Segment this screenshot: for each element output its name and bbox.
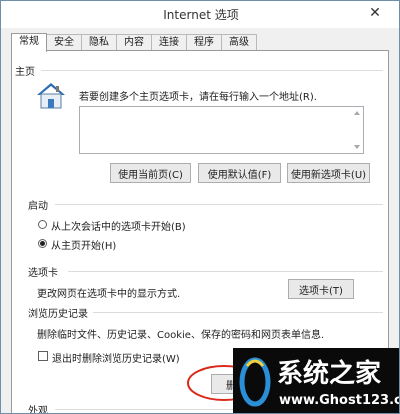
tab-advanced[interactable]: 高级 [221, 34, 257, 51]
site-watermark: 系统之家 www.Ghost123.com [233, 348, 399, 413]
tabs-description: 更改网页在选项卡中的显示方式. [37, 289, 181, 300]
radio-selected-dot [40, 241, 45, 246]
window-title: Internet 选项 [163, 8, 239, 22]
delete-on-exit-label: 退出时删除浏览历史记录(W) [52, 354, 180, 365]
delete-on-exit-checkbox[interactable] [38, 351, 48, 361]
appearance-section-title: 外观 [28, 406, 48, 414]
site-logo-icon [239, 357, 271, 407]
home-url-textarea[interactable] [79, 106, 364, 154]
textarea-scrollbar[interactable] [351, 107, 363, 153]
home-description: 若要创建多个主页选项卡，请在每行输入一个地址(R). [79, 92, 317, 103]
tab-security[interactable]: 安全 [46, 34, 82, 51]
appearance-divider [55, 409, 233, 410]
history-section-title: 浏览历史记录 [28, 309, 88, 320]
radio-last-session[interactable] [38, 220, 47, 229]
tabs-section-title: 选项卡 [28, 268, 58, 279]
tabs-button[interactable]: 选项卡(T) [288, 279, 354, 299]
history-divider [93, 312, 383, 313]
radio-home-page-label: 从主页开始(H) [51, 241, 117, 252]
tab-content[interactable]: 内容 [116, 34, 152, 51]
use-default-button[interactable]: 使用默认值(F) [198, 163, 281, 183]
home-section-title: 主页 [15, 67, 35, 78]
radio-home-page[interactable] [38, 239, 47, 248]
startup-divider [55, 204, 383, 205]
tab-connections[interactable]: 连接 [151, 34, 187, 51]
radio-last-session-label: 从上次会话中的选项卡开始(B) [51, 222, 186, 233]
close-icon: ✕ [369, 5, 381, 21]
house-icon [37, 83, 65, 109]
internet-options-window: Internet 选项 ✕ 常规 安全 隐私 内容 连接 程序 高级 主页 若要… [0, 0, 400, 414]
tab-privacy[interactable]: 隐私 [81, 34, 117, 51]
home-divider [41, 70, 383, 71]
tab-general[interactable]: 常规 [11, 33, 47, 52]
use-new-tab-button[interactable]: 使用新选项卡(U) [287, 163, 370, 183]
use-current-page-button[interactable]: 使用当前页(C) [110, 163, 191, 183]
history-description: 删除临时文件、历史记录、Cookie、保存的密码和网页表单信息. [37, 330, 325, 341]
site-name: 系统之家 [277, 359, 382, 389]
tabs-divider [68, 271, 383, 272]
site-url: www.Ghost123.com [279, 393, 399, 408]
close-button[interactable]: ✕ [355, 3, 395, 23]
tab-programs[interactable]: 程序 [186, 34, 222, 51]
title-bar: Internet 选项 ✕ [1, 1, 399, 28]
tab-strip: 常规 安全 隐私 内容 连接 程序 高级 [11, 33, 257, 52]
startup-section-title: 启动 [28, 201, 48, 212]
